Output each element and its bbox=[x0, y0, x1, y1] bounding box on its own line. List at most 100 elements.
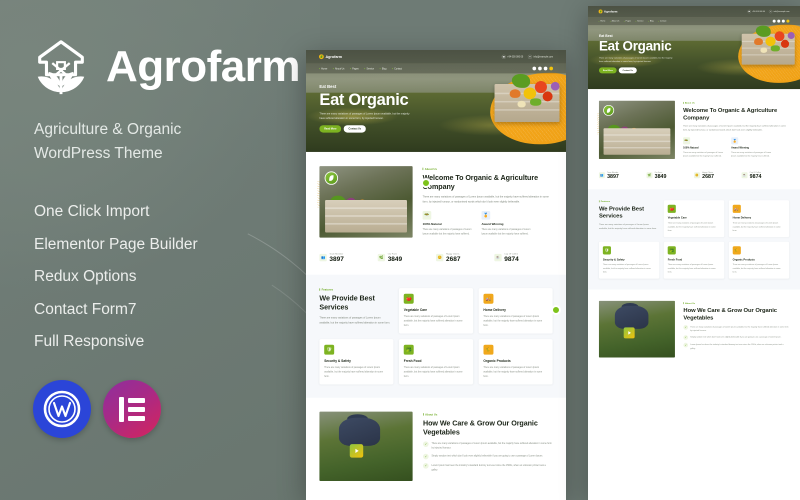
nav-item-service[interactable]: Service bbox=[635, 20, 643, 22]
site-topbar: Agrofarm ☎ +94 000 000 00 ✉ info@example… bbox=[588, 6, 800, 17]
topbar-email[interactable]: ✉ info@example.com bbox=[527, 54, 553, 59]
hero-subtitle: There are many variations of passages of… bbox=[598, 56, 673, 63]
hero-read-more-button[interactable]: Read More bbox=[598, 67, 617, 74]
award-icon: 🏅 bbox=[481, 210, 491, 220]
hero-content: Eat Best Eat Organic There are many vari… bbox=[306, 73, 445, 133]
service-card-fresh-food[interactable]: 🥦 Fresh Food There are many variations o… bbox=[399, 339, 474, 385]
play-icon[interactable] bbox=[623, 327, 635, 339]
farmer-shape bbox=[338, 417, 381, 446]
nav-item-about[interactable]: About Us bbox=[609, 20, 619, 22]
nav-item-home[interactable]: Home bbox=[598, 20, 605, 22]
check-icon: ✓ bbox=[683, 342, 689, 348]
services-heading: We Provide Best Services bbox=[598, 205, 645, 219]
site-logo-text: Agrofarm bbox=[325, 54, 343, 59]
nav-item-service[interactable]: Service bbox=[364, 67, 374, 70]
site-logo[interactable]: Agrofarm bbox=[319, 54, 343, 60]
counter-item: ☕ Cup Of Coffee 9874 bbox=[494, 253, 552, 262]
leaf-logo-icon bbox=[319, 54, 324, 60]
counter-value: 3897 bbox=[329, 255, 344, 263]
counter-item: 👥 Team Member 3897 bbox=[319, 253, 377, 262]
onion-shape bbox=[517, 100, 526, 108]
linkedin-icon[interactable] bbox=[549, 66, 554, 71]
counters-section: 👥 Team Member 3897 🌿 Our Farm 3849 😊 Hap… bbox=[588, 170, 800, 190]
service-card-vegetable-care[interactable]: 🍅 Vegetable Care There are many variatio… bbox=[663, 200, 725, 238]
check-icon: ✓ bbox=[423, 453, 429, 460]
farmer-shape bbox=[614, 305, 649, 329]
promo-feature-item: One Click Import bbox=[34, 203, 150, 220]
elementor-icon bbox=[119, 396, 145, 422]
services-label: Features bbox=[319, 288, 391, 291]
hero-buttons: Read More Contact Us bbox=[598, 67, 701, 74]
nav-item-home[interactable]: Home bbox=[319, 67, 327, 70]
twitter-icon[interactable] bbox=[538, 66, 542, 71]
instagram-icon[interactable] bbox=[781, 19, 785, 23]
topbar-email[interactable]: ✉ info@example.com bbox=[768, 9, 789, 14]
wordpress-icon bbox=[43, 390, 81, 428]
hero-content: Eat Best Eat Organic There are many vari… bbox=[588, 25, 701, 74]
care-label: About Us bbox=[683, 302, 789, 304]
about-feature-award: 🏅 Award Winning There are many variation… bbox=[731, 137, 772, 157]
website-preview: Agrofarm ☎ +94 000 000 00 ✉ info@example… bbox=[588, 6, 800, 369]
nav-item-contact[interactable]: Contact bbox=[658, 20, 666, 22]
care-image-block bbox=[319, 411, 413, 482]
service-card-home-delivery[interactable]: 🚚 Home Delivery There are many variation… bbox=[728, 200, 790, 238]
service-card-fresh-food[interactable]: 🥦 Fresh Food There are many variations o… bbox=[663, 241, 725, 279]
service-card-security-safety[interactable]: 🛡 Security & Safety There are many varia… bbox=[598, 241, 660, 279]
play-icon[interactable] bbox=[349, 444, 364, 458]
organic-leaf-badge bbox=[603, 104, 615, 116]
site-navbar: Home About Us Pages Service Blog Contact bbox=[306, 63, 566, 74]
nav-item-pages[interactable]: Pages bbox=[350, 67, 359, 70]
nav-item-blog[interactable]: Blog bbox=[648, 20, 654, 22]
twitter-icon[interactable] bbox=[777, 19, 781, 23]
site-logo[interactable]: Agrofarm bbox=[598, 9, 617, 14]
nav-links: Home About Us Pages Service Blog Contact bbox=[319, 67, 402, 70]
nav-item-contact[interactable]: Contact bbox=[392, 67, 402, 70]
care-photo bbox=[598, 300, 675, 358]
nav-item-about[interactable]: About Us bbox=[332, 67, 344, 70]
topbar-phone[interactable]: ☎ +94 000 000 00 bbox=[501, 54, 523, 59]
brand-row: Agrofarm bbox=[30, 36, 301, 98]
hero-contact-us-button[interactable]: Contact Us bbox=[618, 67, 637, 74]
hero-read-more-button[interactable]: Read More bbox=[319, 125, 342, 133]
service-card-text: There are many variations of passages of… bbox=[324, 365, 383, 378]
wooden-crate bbox=[603, 128, 671, 155]
service-card-organic-products[interactable]: 🌾 Organic Products There are many variat… bbox=[728, 241, 790, 279]
service-card-title: Home Delivery bbox=[732, 216, 752, 220]
right-preview-frame[interactable]: Agrofarm ☎ +94 000 000 00 ✉ info@example… bbox=[588, 6, 800, 500]
care-list: ✓ There are many variations of passages … bbox=[683, 325, 789, 350]
topbar-phone[interactable]: ☎ +94 000 000 00 bbox=[747, 9, 765, 14]
service-card-home-delivery[interactable]: 🚚 Home Delivery There are many variation… bbox=[478, 288, 553, 334]
site-navbar: Home About Us Pages Service Blog Contact bbox=[588, 16, 800, 26]
about-feature-title: Award Winning bbox=[731, 146, 750, 150]
facebook-icon[interactable] bbox=[532, 66, 537, 71]
linkedin-icon[interactable] bbox=[786, 19, 790, 23]
service-card-security-safety[interactable]: 🛡 Security & Safety There are many varia… bbox=[319, 339, 394, 385]
instagram-icon[interactable] bbox=[543, 66, 548, 71]
service-card-vegetable-care[interactable]: 🍅 Vegetable Care There are many variatio… bbox=[399, 288, 474, 334]
counter-value: 3897 bbox=[607, 173, 619, 180]
service-card-title: Organic Products bbox=[483, 359, 511, 363]
tomato-shape-2 bbox=[780, 39, 790, 48]
center-preview-frame[interactable]: Agrofarm ☎ +94 000 000 00 ✉ info@example… bbox=[306, 50, 566, 500]
envelope-icon: ✉ bbox=[527, 54, 533, 59]
hero-section: Agrofarm ☎ +94 000 000 00 ✉ info@example… bbox=[306, 50, 566, 152]
services-paragraph: There are many variations of passages of… bbox=[598, 223, 657, 230]
nav-item-pages[interactable]: Pages bbox=[623, 20, 631, 22]
about-section: About Us Welcome To Organic & Agricultur… bbox=[588, 89, 800, 171]
about-feature-text: There are many variations of passages of… bbox=[731, 151, 772, 157]
check-icon: ✓ bbox=[683, 335, 689, 340]
service-card-organic-products[interactable]: 🌾 Organic Products There are many variat… bbox=[478, 339, 553, 385]
about-feature-row: 🥗 100% Natural There are many variations… bbox=[683, 137, 789, 157]
counter-item: 🌿 Our Farm 3849 bbox=[377, 253, 436, 262]
hero-title: Eat Organic bbox=[319, 90, 409, 109]
nav-links: Home About Us Pages Service Blog Contact bbox=[598, 20, 666, 22]
organic-icon: 🌾 bbox=[483, 344, 494, 355]
counter-value: 9874 bbox=[749, 173, 762, 180]
service-card-title: Fresh Food bbox=[667, 257, 683, 261]
facebook-icon[interactable] bbox=[772, 19, 776, 23]
nav-item-blog[interactable]: Blog bbox=[379, 67, 386, 70]
site-topbar: Agrofarm ☎ +94 000 000 00 ✉ info@example… bbox=[306, 50, 566, 64]
basket-icon: 🥗 bbox=[422, 210, 432, 220]
lettuce-shape bbox=[511, 74, 531, 88]
hero-contact-us-button[interactable]: Contact Us bbox=[343, 125, 366, 133]
